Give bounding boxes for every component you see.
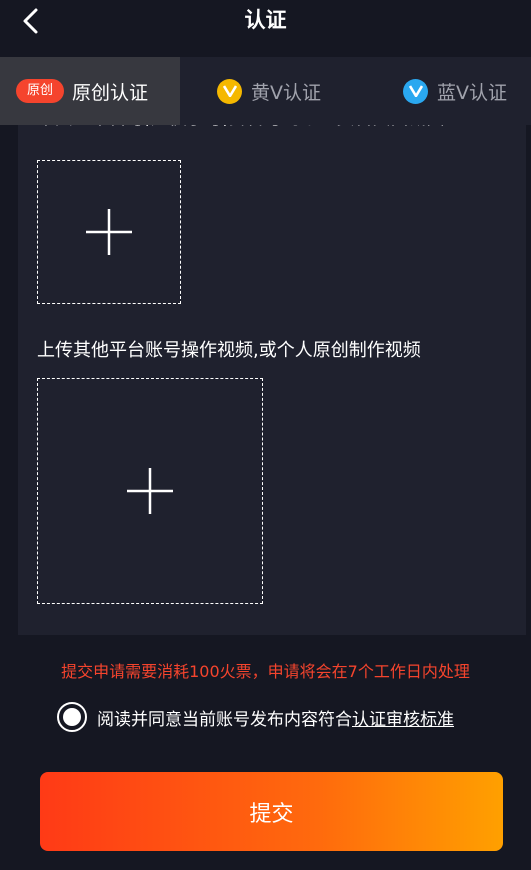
radio-checked-dot — [63, 708, 81, 726]
tab-yellow-v[interactable]: 黄V认证 — [217, 57, 321, 125]
page-title: 认证 — [244, 8, 287, 32]
cert-tabs: 原创 原创认证 黄V认证 蓝V认证 — [0, 57, 531, 125]
tab-blue-v-label: 蓝V认证 — [437, 81, 507, 104]
agreement-text: 阅读并同意当前账号发布内容符合 — [97, 709, 352, 730]
cost-notice: 提交申请需要消耗100火票，申请将会在7个工作日内处理 — [61, 662, 470, 681]
header-bar: 认证 — [0, 0, 531, 56]
v-blue-icon — [403, 78, 428, 104]
plus-icon — [86, 209, 132, 255]
upload-video-box[interactable] — [37, 378, 263, 604]
plus-icon — [127, 468, 173, 514]
agreement-link[interactable]: 认证审核标准 — [352, 705, 454, 730]
video-upload-label: 上传其他平台账号操作视频,或个人原创制作视频 — [37, 340, 421, 361]
agreement-row: 阅读并同意当前账号发布内容符合 认证审核标准 — [57, 700, 454, 734]
upload-screenshot-box[interactable] — [37, 160, 181, 304]
original-badge: 原创 — [16, 79, 65, 103]
tab-original[interactable]: 原创 原创认证 — [0, 57, 180, 125]
tab-blue-v[interactable]: 蓝V认证 — [403, 57, 507, 125]
agree-checkbox[interactable] — [57, 702, 87, 732]
v-yellow-icon — [217, 78, 242, 104]
tab-original-label: 原创认证 — [72, 81, 149, 104]
submit-button[interactable]: 提交 — [40, 772, 503, 851]
tab-yellow-v-label: 黄V认证 — [251, 81, 321, 104]
